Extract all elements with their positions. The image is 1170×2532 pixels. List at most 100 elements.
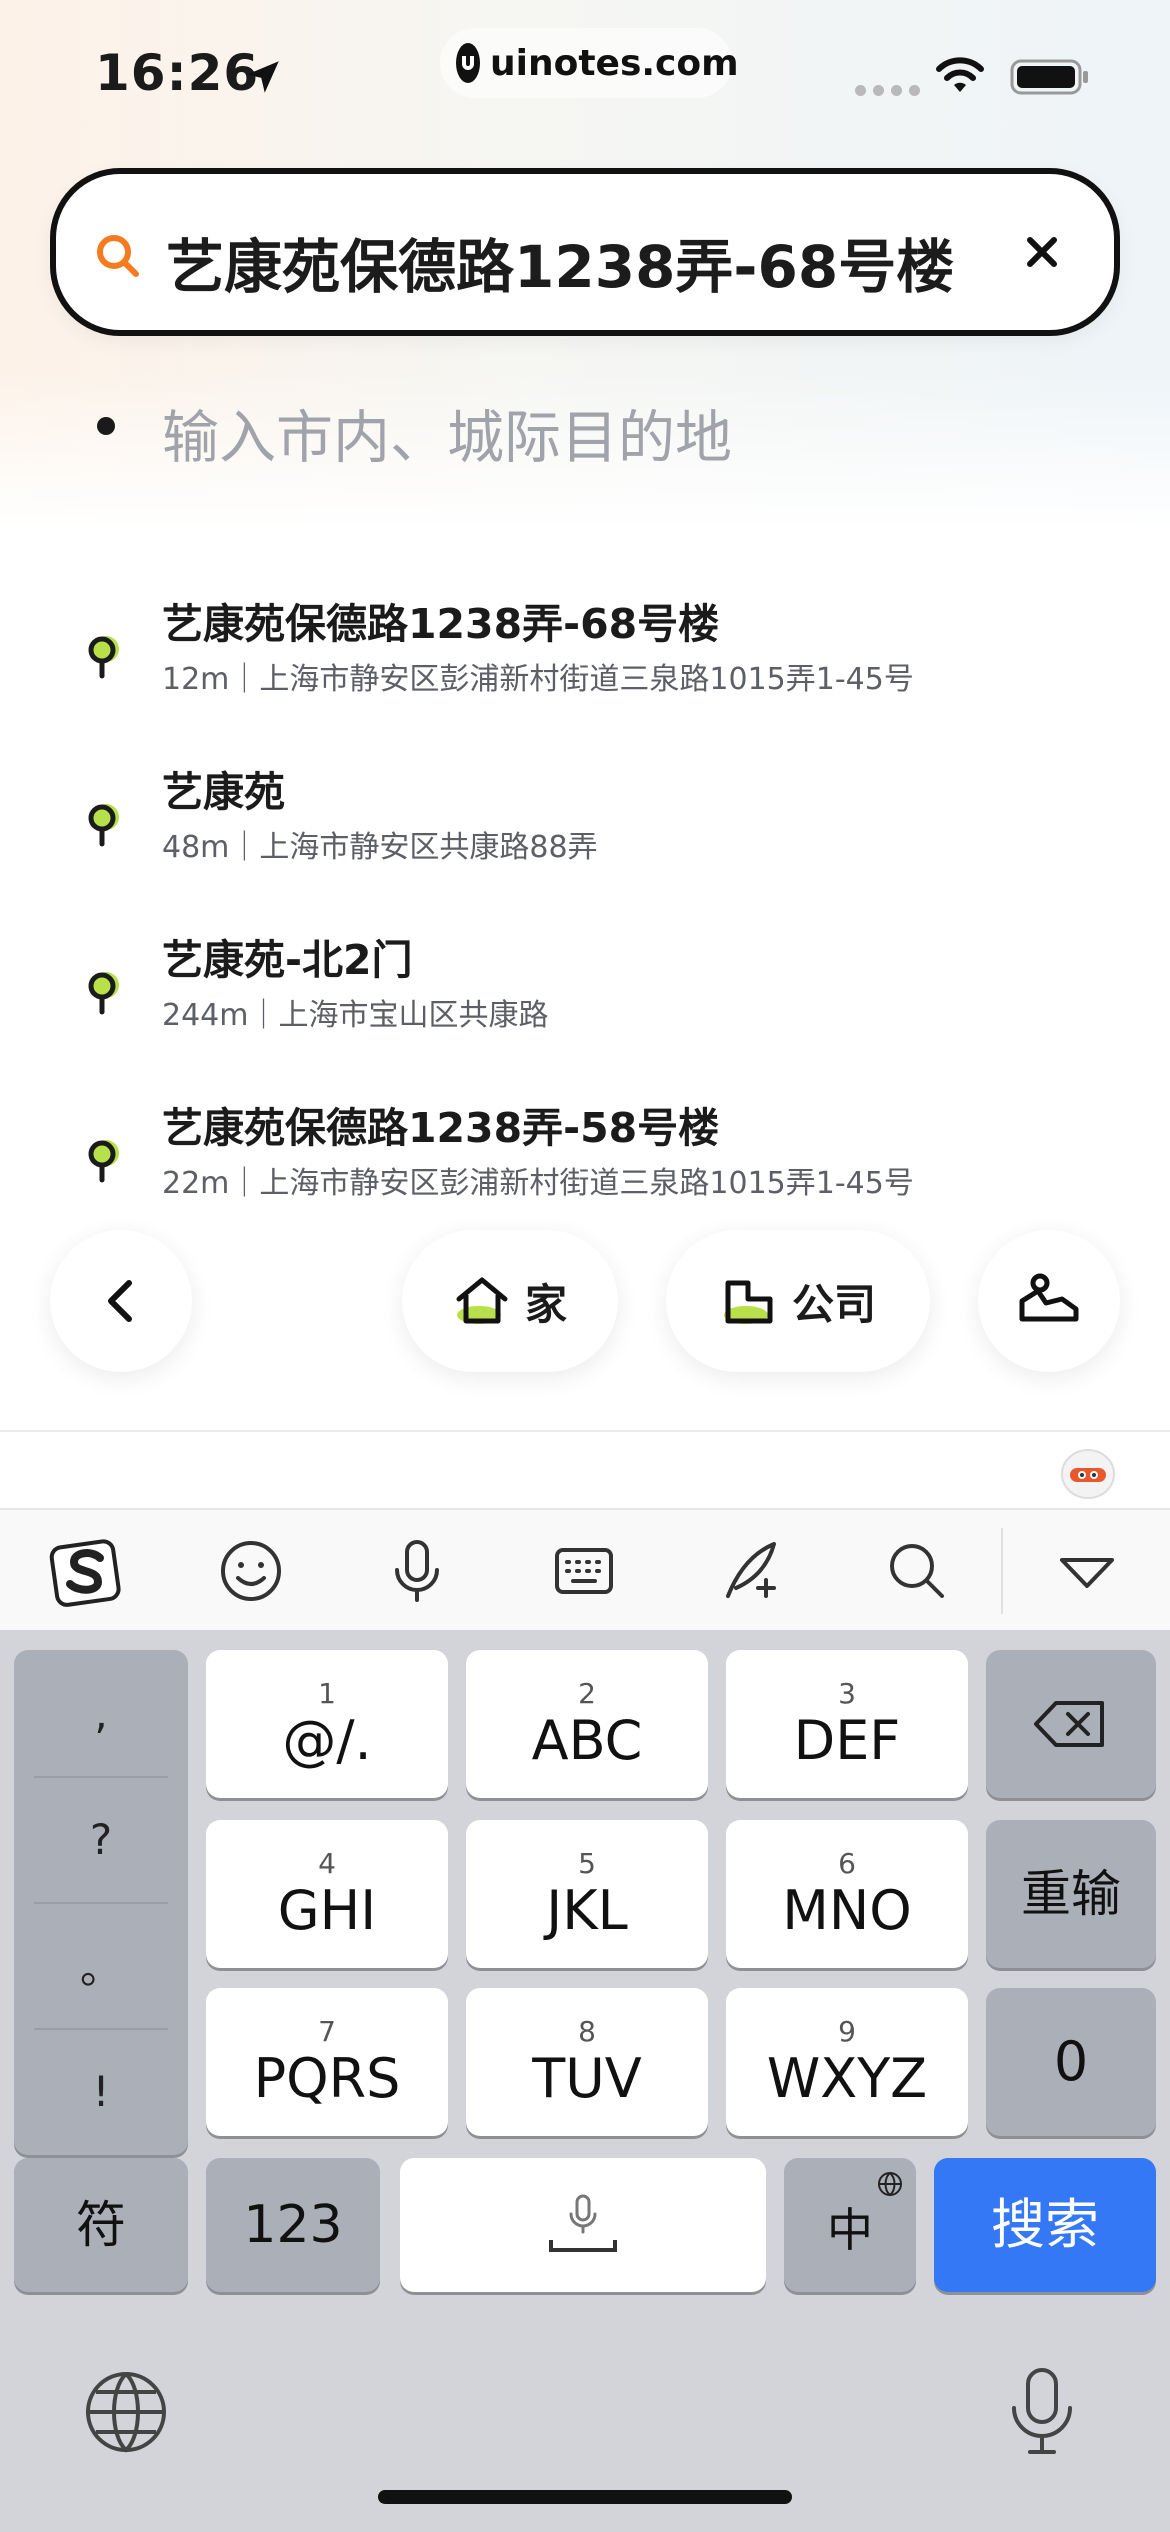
key-number: 1: [318, 1677, 336, 1710]
key-label: TUV: [532, 2047, 642, 2110]
origin-search-box[interactable]: 艺康苑保德路1238弄-68号楼: [50, 168, 1120, 336]
key-7[interactable]: 7 PQRS: [206, 1988, 448, 2136]
key-2[interactable]: 2 ABC: [466, 1650, 708, 1798]
url-pill[interactable]: uinotes.com: [440, 28, 739, 98]
location-pin-icon: [88, 972, 119, 1015]
key-3[interactable]: 3 DEF: [726, 1650, 968, 1798]
location-arrow-icon: [247, 61, 279, 93]
symbols-key[interactable]: 符: [14, 2158, 188, 2292]
location-pin-icon: [88, 636, 119, 679]
numbers-key[interactable]: 123: [206, 2158, 380, 2292]
search-key[interactable]: 搜索: [934, 2158, 1156, 2292]
result-item[interactable]: 艺康苑-北2门 244m｜上海市宝山区共康路: [0, 926, 1170, 1076]
search-input[interactable]: 艺康苑保德路1238弄-68号楼: [166, 220, 954, 304]
saved-places-icon: [1019, 1273, 1079, 1322]
result-title: 艺康苑: [162, 768, 285, 816]
key-label: MNO: [782, 1879, 912, 1942]
ime-mascot-icon[interactable]: [1058, 1442, 1118, 1502]
backspace-icon: [1034, 1701, 1104, 1747]
destination-input[interactable]: 输入市内、城际目的地: [162, 392, 732, 474]
keyboard: , ? 。 ! 1 @/. 2 ABC 3 DEF 4 GHI 5 JKL 6 …: [0, 1630, 1170, 2532]
collapse-keyboard-icon[interactable]: [1052, 1536, 1122, 1606]
wifi-icon: [936, 57, 984, 92]
keyboard-icon[interactable]: [549, 1536, 619, 1606]
reenter-key[interactable]: 重输: [986, 1820, 1156, 1968]
space-key[interactable]: [400, 2158, 766, 2292]
key-number: 4: [318, 1847, 336, 1880]
key-0[interactable]: 0: [986, 1988, 1156, 2136]
dictation-mic-icon[interactable]: [1004, 2364, 1080, 2460]
divider: [0, 1430, 1170, 1432]
key-label: GHI: [277, 1879, 377, 1942]
voice-input-icon[interactable]: [382, 1536, 452, 1606]
punct-key[interactable]: !: [14, 2028, 188, 2154]
key-8[interactable]: 8 TUV: [466, 1988, 708, 2136]
result-subtitle: 22m｜上海市静安区彭浦新村街道三泉路1015弄1-45号: [162, 1166, 914, 1201]
key-number: 8: [578, 2015, 596, 2048]
emoji-icon[interactable]: [216, 1536, 286, 1606]
key-label: 123: [243, 2195, 343, 2255]
key-label: PQRS: [253, 2047, 401, 2110]
toolbar-separator: [1001, 1528, 1003, 1614]
office-building-icon: [723, 1280, 773, 1324]
destination-dot: [97, 417, 115, 435]
key-label: 0: [1053, 2030, 1089, 2093]
company-label: 公司: [791, 1279, 876, 1329]
key-label: 搜索: [991, 2193, 1099, 2256]
punct-key[interactable]: ?: [14, 1776, 188, 1902]
key-number: 9: [838, 2015, 856, 2048]
back-button[interactable]: [50, 1230, 192, 1372]
key-9[interactable]: 9 WXYZ: [726, 1988, 968, 2136]
key-number: 2: [578, 1677, 596, 1710]
key-number: 3: [838, 1677, 856, 1710]
home-button[interactable]: 家: [402, 1230, 618, 1372]
key-label: DEF: [793, 1709, 901, 1772]
search-icon: [97, 235, 139, 277]
delete-key[interactable]: [986, 1650, 1156, 1798]
key-number: 5: [578, 1847, 596, 1880]
battery-icon: [1010, 59, 1088, 95]
key-number: 7: [318, 2015, 336, 2048]
handwriting-icon[interactable]: [716, 1536, 786, 1606]
key-1[interactable]: 1 @/.: [206, 1650, 448, 1798]
language-switch-key[interactable]: 中: [784, 2158, 916, 2292]
key-4[interactable]: 4 GHI: [206, 1820, 448, 1968]
result-title: 艺康苑-北2门: [162, 936, 413, 984]
globe-switch-icon[interactable]: [84, 2370, 168, 2454]
key-number: 6: [838, 1847, 856, 1880]
key-label: 中: [827, 2203, 873, 2257]
key-label: ABC: [531, 1709, 643, 1772]
key-5[interactable]: 5 JKL: [466, 1820, 708, 1968]
result-subtitle: 12m｜上海市静安区彭浦新村街道三泉路1015弄1-45号: [162, 662, 914, 697]
punct-key[interactable]: 。: [14, 1902, 188, 2028]
key-6[interactable]: 6 MNO: [726, 1820, 968, 1968]
site-logo-icon: [456, 43, 480, 83]
search-icon[interactable]: [882, 1536, 952, 1606]
result-item[interactable]: 艺康苑保德路1238弄-68号楼 12m｜上海市静安区彭浦新村街道三泉路1015…: [0, 590, 1170, 740]
home-icon: [456, 1277, 508, 1324]
cellular-signal-icon: [855, 85, 920, 96]
location-pin-icon: [88, 804, 119, 847]
result-subtitle: 244m｜上海市宝山区共康路: [162, 998, 549, 1033]
clear-icon[interactable]: [1022, 232, 1062, 272]
ime-toolbar: [0, 1510, 1170, 1630]
key-label: WXYZ: [766, 2047, 928, 2110]
location-pin-icon: [88, 1140, 119, 1183]
url-text: uinotes.com: [490, 42, 739, 84]
company-button[interactable]: 公司: [666, 1230, 930, 1372]
sogou-logo-icon[interactable]: [48, 1534, 124, 1610]
result-title: 艺康苑保德路1238弄-58号楼: [162, 1104, 720, 1152]
key-label: 符: [76, 2196, 126, 2254]
punct-key[interactable]: ,: [14, 1650, 188, 1776]
result-title: 艺康苑保德路1238弄-68号楼: [162, 600, 720, 648]
punctuation-column[interactable]: , ? 。 !: [14, 1650, 188, 2155]
status-time: 16:26: [95, 44, 260, 102]
key-label: JKL: [546, 1879, 628, 1942]
result-item[interactable]: 艺康苑 48m｜上海市静安区共康路88弄: [0, 758, 1170, 908]
home-indicator: [378, 2490, 792, 2504]
favorites-button[interactable]: [978, 1230, 1120, 1372]
result-item[interactable]: 艺康苑保德路1238弄-58号楼 22m｜上海市静安区彭浦新村街道三泉路1015…: [0, 1094, 1170, 1244]
chevron-left-icon: [108, 1280, 132, 1322]
globe-icon: [878, 2172, 902, 2197]
result-subtitle: 48m｜上海市静安区共康路88弄: [162, 830, 598, 865]
